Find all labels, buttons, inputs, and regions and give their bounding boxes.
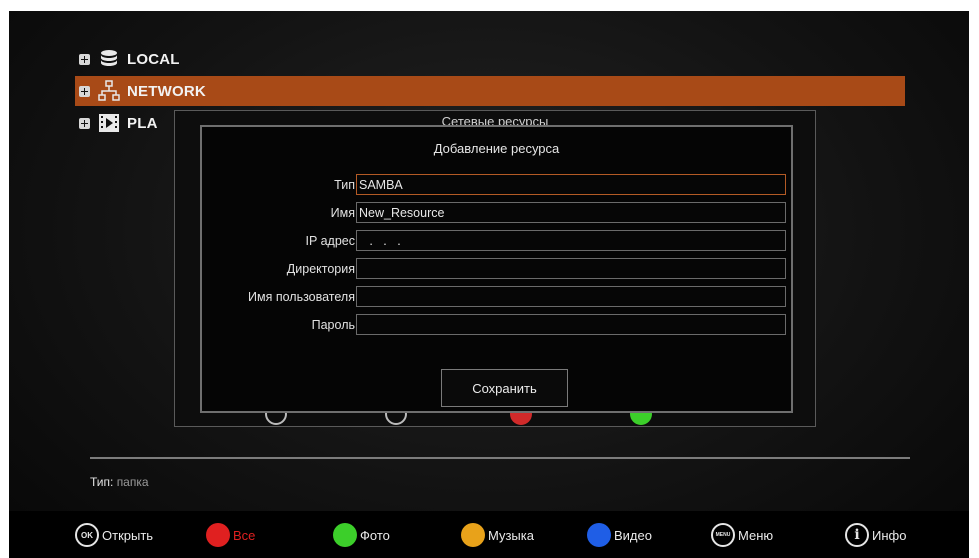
password-input[interactable] (356, 314, 786, 335)
ip-label: IP адрес (305, 234, 355, 248)
ip-row: IP адрес . . . (202, 230, 791, 254)
name-label: Имя (330, 206, 355, 220)
tree-item-network[interactable]: NETWORK (75, 76, 905, 106)
expand-icon[interactable] (79, 117, 90, 129)
hint-label: Открыть (102, 527, 154, 543)
status-label: Тип: (90, 475, 114, 489)
name-row: Имя New_Resource (202, 202, 791, 226)
info-icon: i (845, 523, 869, 547)
dialog-title: Добавление ресурса (433, 141, 560, 156)
network-icon (98, 80, 120, 101)
film-icon (99, 114, 119, 132)
password-label: Пароль (311, 318, 355, 332)
status-value: папка (116, 475, 149, 489)
directory-row: Директория (202, 258, 791, 282)
status-line: Тип: папка (90, 475, 149, 489)
hint-label: Инфо (872, 527, 907, 543)
hint-label: Фото (360, 527, 390, 543)
directory-input[interactable] (356, 258, 786, 279)
blue-button-icon (587, 523, 611, 547)
username-row: Имя пользователя (202, 286, 791, 310)
hint-info[interactable]: i Инфо (845, 523, 906, 547)
directory-label: Директория (286, 262, 355, 276)
type-select[interactable]: SAMBA (356, 174, 786, 195)
tree-item-label: PLA (127, 114, 158, 132)
hint-menu[interactable]: MENU Меню (711, 523, 773, 547)
hint-open[interactable]: OK Открыть (75, 523, 153, 547)
name-input[interactable]: New_Resource (356, 202, 786, 223)
tv-screen: LOCAL NETWORK PLA Сетевые ресурсы Добавл… (9, 11, 969, 558)
password-row: Пароль (202, 314, 791, 338)
hint-video[interactable]: Видео (587, 523, 652, 547)
tree-item-local[interactable]: LOCAL (75, 44, 905, 74)
separator (90, 457, 910, 459)
hint-label: Видео (614, 527, 652, 543)
menu-button-icon: MENU (711, 523, 735, 547)
red-button-icon (206, 523, 230, 547)
expand-icon[interactable] (79, 53, 90, 65)
hint-label: Все (233, 527, 256, 543)
yellow-button-icon (461, 523, 485, 547)
green-button-icon (333, 523, 357, 547)
username-label: Имя пользователя (248, 290, 355, 304)
username-input[interactable] (356, 286, 786, 307)
database-icon (101, 50, 117, 66)
ip-input[interactable]: . . . (356, 230, 786, 251)
hint-label: Меню (738, 527, 774, 543)
type-row: Тип SAMBA (202, 174, 791, 198)
type-label: Тип (334, 178, 355, 192)
add-resource-dialog: Добавление ресурса Тип SAMBA Имя New_Res… (200, 125, 793, 413)
save-button[interactable]: Сохранить (441, 369, 568, 407)
hint-label: Музыка (488, 527, 534, 543)
hint-photo[interactable]: Фото (333, 523, 390, 547)
bottom-hint-bar: OK Открыть Все Фото Музыка Видео MENU Ме… (9, 511, 969, 558)
hint-all[interactable]: Все (206, 523, 255, 547)
hint-music[interactable]: Музыка (461, 523, 534, 547)
tree-item-label: LOCAL (127, 50, 180, 68)
tree-item-label: NETWORK (127, 82, 206, 100)
ok-button-icon: OK (75, 523, 99, 547)
expand-icon[interactable] (79, 85, 90, 97)
